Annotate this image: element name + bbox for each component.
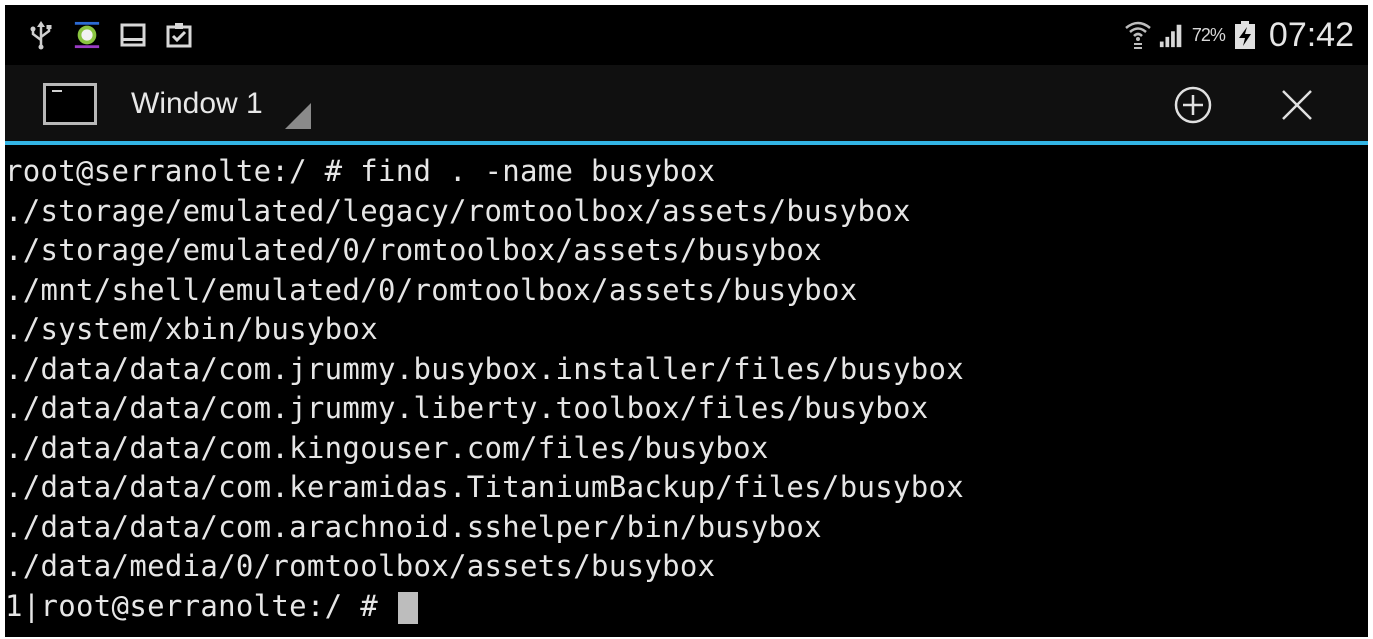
terminal-line: root@serranolte:/ # find . -name busybox: [5, 154, 716, 188]
terminal-line: ./system/xbin/busybox: [5, 312, 378, 346]
close-window-button[interactable]: [1271, 79, 1323, 131]
terminal-line: ./mnt/shell/emulated/0/romtoolbox/assets…: [5, 272, 858, 307]
app-notification-icon: [73, 21, 101, 49]
window-tab-bar: Window 1: [5, 65, 1368, 141]
terminal-line: ./data/data/com.arachnoid.sshelper/bin/b…: [5, 509, 822, 544]
terminal-cursor: [397, 591, 418, 624]
new-window-button[interactable]: [1167, 79, 1219, 131]
terminal-line: ./data/data/com.jrummy.liberty.toolbox/f…: [5, 391, 929, 425]
terminal-line: ./storage/emulated/0/romtoolbox/assets/b…: [5, 233, 822, 267]
terminal-line: ./data/media/0/romtoolbox/assets/busybox: [5, 549, 716, 583]
terminal-prompt-line[interactable]: 1|root@serranolte:/ #: [5, 587, 1368, 627]
terminal-line: ./storage/emulated/legacy/romtoolbox/ass…: [5, 193, 911, 228]
tab-label: Window 1: [131, 87, 263, 120]
terminal-line: ./data/data/com.kingouser.com/files/busy…: [5, 430, 769, 465]
terminal-app-icon: [43, 83, 97, 125]
terminal-line: ./data/data/com.jrummy.busybox.installer…: [5, 351, 965, 386]
screen-icon: [119, 21, 147, 49]
battery-percent: 72%: [1191, 24, 1226, 45]
wifi-icon: [1124, 21, 1152, 49]
screen: 72% 07:42 Window 1 root@serranolte:/ # f…: [5, 5, 1368, 637]
tab-window-1[interactable]: Window 1: [43, 75, 323, 133]
clipboard-icon: [165, 21, 193, 49]
battery-charging-icon: [1231, 21, 1259, 49]
status-bar: 72% 07:42: [5, 5, 1368, 65]
usb-icon: [27, 21, 55, 50]
status-system: 72% 07:42: [1124, 13, 1354, 57]
status-notifications: [27, 15, 193, 55]
terminal-line: ./data/data/com.keramidas.TitaniumBackup…: [5, 470, 965, 504]
plus-circle-icon: [1174, 86, 1212, 124]
tab-dropdown-indicator-icon[interactable]: [285, 103, 311, 129]
terminal-output[interactable]: root@serranolte:/ # find . -name busybox…: [5, 145, 1368, 637]
status-clock: 07:42: [1268, 15, 1354, 54]
terminal-prompt: 1|root@serranolte:/ #: [5, 588, 396, 623]
signal-icon: [1158, 21, 1186, 49]
close-icon: [1282, 90, 1312, 120]
